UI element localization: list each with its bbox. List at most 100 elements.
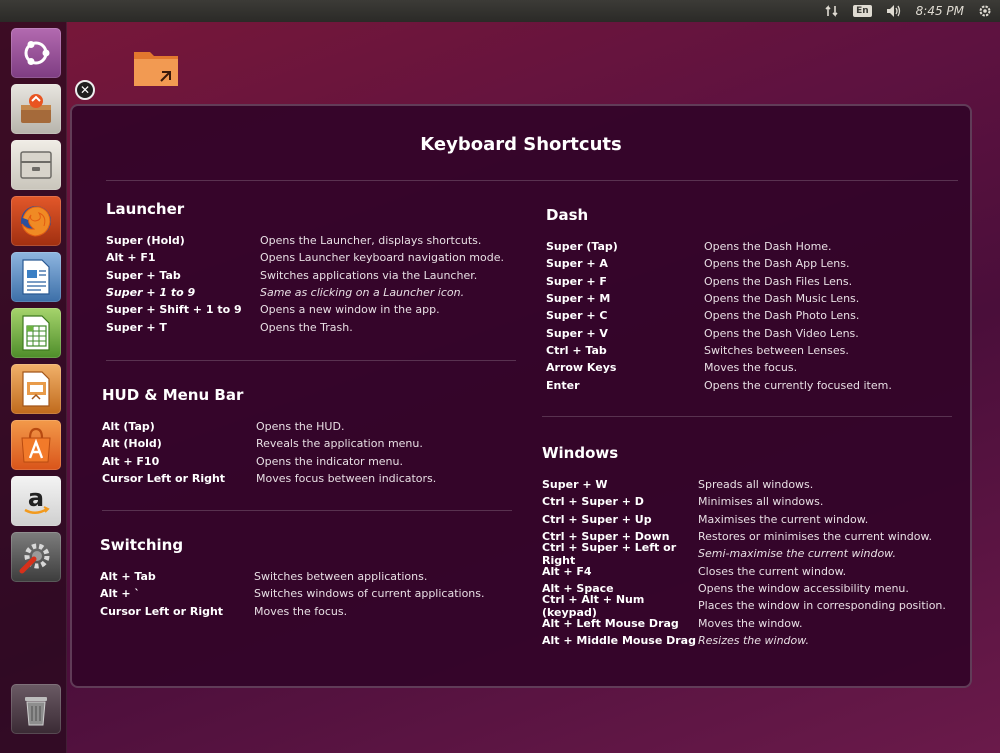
shortcut-row: Cursor Left or Right Moves focus between … bbox=[102, 470, 522, 487]
section-title: Windows bbox=[542, 444, 619, 462]
desktop-folder-icon[interactable] bbox=[132, 44, 180, 88]
shortcut-key: Super + 1 to 9 bbox=[106, 286, 196, 300]
ubuntu-dash-icon bbox=[19, 36, 53, 70]
clock[interactable]: 8:45 PM bbox=[916, 0, 964, 22]
shortcut-row: Alt + F1 Opens Launcher keyboard navigati… bbox=[106, 249, 526, 266]
shortcut-desc: Opens the HUD. bbox=[256, 420, 345, 434]
shortcut-row: Alt + F4 Closes the current window. bbox=[542, 562, 962, 579]
shortcut-row: Alt + Middle Mouse Drag Resizes the windo… bbox=[542, 632, 962, 649]
shortcut-row: Super + M Opens the Dash Music Lens. bbox=[546, 290, 956, 307]
launcher-item-firefox[interactable] bbox=[11, 196, 61, 246]
keyboard-shortcuts-overlay: Keyboard Shortcuts Launcher Super (Hold)… bbox=[70, 104, 972, 688]
shortcut-row: Alt + F10 Opens the indicator menu. bbox=[102, 453, 522, 470]
shortcut-key: Super (Hold) bbox=[106, 234, 185, 248]
shortcut-key: Alt + Middle Mouse Drag bbox=[542, 633, 696, 647]
ubuntu-software-center-icon bbox=[18, 426, 54, 464]
shortcut-desc: Opens the currently focused item. bbox=[704, 378, 892, 392]
section-title: Launcher bbox=[106, 200, 185, 218]
shortcut-desc: Switches windows of current applications… bbox=[254, 587, 485, 601]
network-icon[interactable] bbox=[825, 0, 839, 22]
launcher-item-dash[interactable] bbox=[11, 28, 61, 78]
shortcut-key: Ctrl + Super + D bbox=[542, 495, 644, 509]
shortcut-row: Arrow Keys Moves the focus. bbox=[546, 359, 956, 376]
shortcut-desc: Closes the current window. bbox=[698, 564, 847, 578]
shortcut-desc: Places the window in corresponding posit… bbox=[698, 599, 946, 613]
svg-text:a: a bbox=[28, 484, 44, 512]
shortcut-row: Super + T Opens the Trash. bbox=[106, 318, 526, 335]
shortcut-desc: Opens the window accessibility menu. bbox=[698, 581, 909, 595]
shortcut-row: Enter Opens the currently focused item. bbox=[546, 376, 956, 393]
shortcut-key: Alt + F10 bbox=[102, 454, 160, 468]
shortcut-key: Alt (Tap) bbox=[102, 420, 155, 434]
shortcut-key: Super + Shift + 1 to 9 bbox=[106, 303, 242, 317]
launcher-item-calc[interactable] bbox=[11, 308, 61, 358]
section-title: Switching bbox=[100, 536, 184, 554]
section-title: Dash bbox=[546, 206, 589, 224]
shortcut-desc: Opens the Dash Music Lens. bbox=[704, 292, 860, 306]
launcher-item-amazon[interactable]: a bbox=[11, 476, 61, 526]
close-button[interactable]: ✕ bbox=[75, 80, 95, 100]
shortcut-row: Alt + Tab Switches between applications. bbox=[100, 568, 520, 585]
launcher-item-files[interactable] bbox=[11, 140, 61, 190]
trash-icon bbox=[21, 691, 51, 727]
shortcut-desc: Opens the Launcher, displays shortcuts. bbox=[260, 234, 482, 248]
power-gear-icon[interactable] bbox=[978, 0, 992, 22]
shortcut-desc: Switches between applications. bbox=[254, 570, 428, 584]
shortcut-desc: Opens the Dash Photo Lens. bbox=[704, 309, 860, 323]
shortcut-key: Alt (Hold) bbox=[102, 437, 162, 451]
shortcut-row: Super + W Spreads all windows. bbox=[542, 476, 962, 493]
launcher-item-impress[interactable] bbox=[11, 364, 61, 414]
shortcut-row: Alt + Left Mouse Drag Moves the window. bbox=[542, 614, 962, 631]
shortcut-desc: Opens the Dash Video Lens. bbox=[704, 326, 859, 340]
shortcut-row: Ctrl + Alt + Num (keypad) Places the wind… bbox=[542, 593, 962, 619]
libreoffice-impress-icon bbox=[20, 370, 52, 408]
shortcut-desc: Opens the Dash Files Lens. bbox=[704, 274, 853, 288]
files-icon bbox=[18, 149, 54, 181]
section-windows: Windows Super + W Spreads all windows. Ct… bbox=[542, 444, 962, 649]
top-panel: En 8:45 PM bbox=[0, 0, 1000, 22]
shortcut-desc: Same as clicking on a Launcher icon. bbox=[260, 286, 465, 300]
shortcut-key: Super + C bbox=[546, 309, 608, 323]
shortcut-row: Cursor Left or Right Moves the focus. bbox=[100, 603, 520, 620]
shortcut-row: Ctrl + Super + Up Maximises the current w… bbox=[542, 511, 962, 528]
overlay-title: Keyboard Shortcuts bbox=[420, 134, 622, 155]
shortcut-key: Ctrl + Alt + Num (keypad) bbox=[542, 592, 645, 619]
shortcut-key: Super (Tap) bbox=[546, 240, 618, 254]
shortcut-desc: Opens a new window in the app. bbox=[260, 303, 440, 317]
shortcut-row: Super + 1 to 9 Same as clicking on a Laun… bbox=[106, 284, 526, 301]
shortcut-row: Alt (Tap) Opens the HUD. bbox=[102, 418, 522, 435]
shortcut-key: Super + Tab bbox=[106, 268, 181, 282]
shortcut-key: Super + W bbox=[542, 478, 608, 492]
shortcut-row: Super (Hold) Opens the Launcher, displays… bbox=[106, 232, 526, 249]
shortcut-row: Alt + ` Switches windows of current appli… bbox=[100, 585, 520, 602]
section-divider bbox=[542, 416, 952, 417]
launcher-item-trash[interactable] bbox=[11, 684, 61, 734]
shortcut-row: Super + F Opens the Dash Files Lens. bbox=[546, 273, 956, 290]
close-icon: ✕ bbox=[79, 83, 91, 97]
shortcut-key: Cursor Left or Right bbox=[102, 472, 226, 486]
shortcut-desc: Reveals the application menu. bbox=[256, 437, 423, 451]
launcher-item-software-updater[interactable] bbox=[11, 84, 61, 134]
shortcut-desc: Restores or minimises the current window… bbox=[698, 530, 932, 544]
shortcut-key: Super + F bbox=[546, 274, 607, 288]
shortcut-key: Super + V bbox=[546, 326, 608, 340]
shortcut-row: Super + Tab Switches applications via the… bbox=[106, 267, 526, 284]
section-hud-menu-bar: HUD & Menu Bar Alt (Tap) Opens the HUD. A… bbox=[102, 386, 522, 487]
shortcut-key: Alt + Tab bbox=[100, 570, 156, 584]
shortcut-key: Alt + Left Mouse Drag bbox=[542, 616, 679, 630]
shortcut-key: Ctrl + Super + Up bbox=[542, 512, 652, 526]
keyboard-layout-indicator[interactable]: En bbox=[853, 0, 872, 22]
launcher-item-system-settings[interactable] bbox=[11, 532, 61, 582]
shortcut-row: Alt (Hold) Reveals the application menu. bbox=[102, 435, 522, 452]
shortcut-desc: Opens the Dash App Lens. bbox=[704, 257, 850, 271]
shortcut-desc: Switches between Lenses. bbox=[704, 343, 849, 357]
shortcut-key: Super + M bbox=[546, 292, 611, 306]
volume-icon[interactable] bbox=[886, 0, 902, 22]
launcher-item-software-center[interactable] bbox=[11, 420, 61, 470]
launcher-item-writer[interactable] bbox=[11, 252, 61, 302]
shortcut-desc: Moves the focus. bbox=[254, 604, 348, 618]
shortcut-key: Alt + ` bbox=[100, 587, 140, 601]
shortcut-row: Super + C Opens the Dash Photo Lens. bbox=[546, 307, 956, 324]
section-launcher: Launcher Super (Hold) Opens the Launcher,… bbox=[106, 200, 526, 336]
shortcut-row: Ctrl + Tab Switches between Lenses. bbox=[546, 342, 956, 359]
